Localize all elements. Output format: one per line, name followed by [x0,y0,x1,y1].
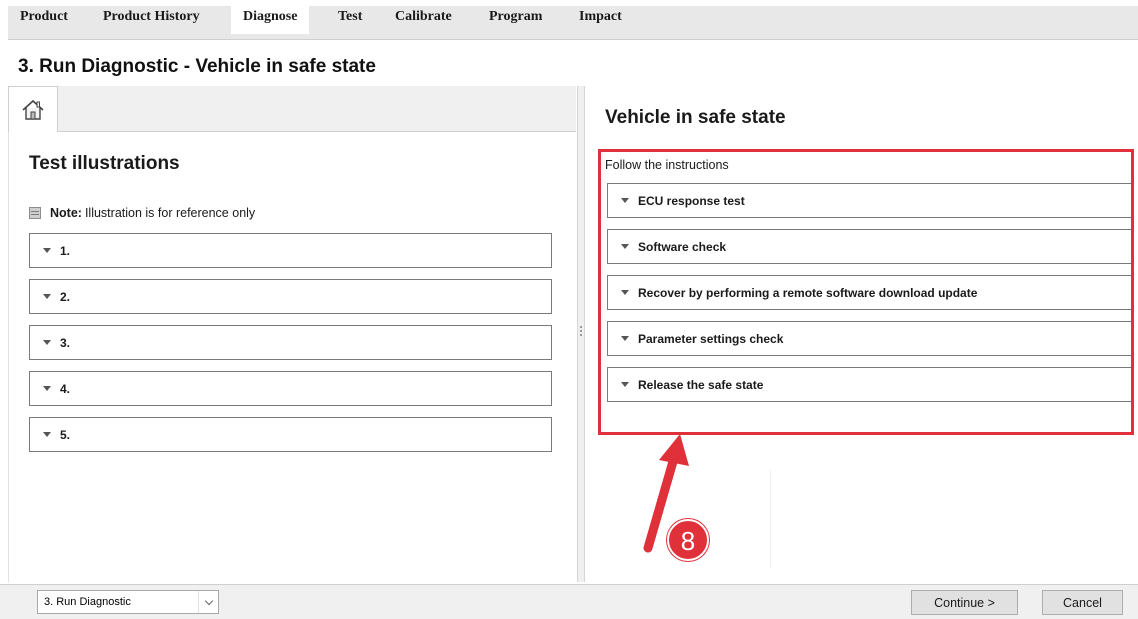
chevron-down-icon [621,336,629,341]
annotation-step-badge: 8 [667,519,709,561]
section-label: Parameter settings check [638,331,784,346]
splitter-grip-icon [580,326,582,338]
chevron-down-icon [204,596,213,605]
chevron-down-icon [43,340,51,345]
menu-item-impact[interactable]: Impact [579,0,622,34]
chevron-down-icon [621,290,629,295]
home-icon [22,99,44,120]
chevron-down-icon [43,294,51,299]
illustration-item-4[interactable]: 4. [29,371,552,406]
illustration-item-label: 3. [60,335,71,350]
step-select[interactable]: 3. Run Diagnostic [37,590,219,614]
note-icon [29,207,41,219]
continue-button[interactable]: Continue > [911,590,1018,615]
illustration-item-label: 5. [60,427,71,442]
vehicle-safe-state-heading: Vehicle in safe state [605,107,786,128]
illustration-item-label: 4. [60,381,71,396]
chevron-down-icon [621,244,629,249]
instructions-text: Follow the instructions [605,158,729,172]
step-select-value: 3. Run Diagnostic [44,596,131,608]
illustration-item-3[interactable]: 3. [29,325,552,360]
menu-item-product[interactable]: Product [20,0,68,34]
test-illustrations-heading: Test illustrations [29,153,180,174]
divider [770,470,771,568]
note-label: Note: [50,206,82,220]
chevron-down-icon [621,198,629,203]
illustration-item-label: 1. [60,243,71,258]
pane-splitter[interactable] [577,86,585,582]
illustration-note: Note: Illustration is for reference only [29,206,255,220]
section-parameter-settings-check[interactable]: Parameter settings check [607,321,1132,356]
page-title: 3. Run Diagnostic - Vehicle in safe stat… [18,56,376,77]
menu-item-test[interactable]: Test [338,0,362,34]
chevron-down-icon [621,382,629,387]
chevron-down-icon [43,386,51,391]
chevron-down-icon [43,432,51,437]
menu-item-program[interactable]: Program [489,0,542,34]
section-ecu-response-test[interactable]: ECU response test [607,183,1132,218]
section-remote-software-update[interactable]: Recover by performing a remote software … [607,275,1132,310]
menu-item-product-history[interactable]: Product History [103,0,200,34]
left-tab-strip [8,86,576,132]
illustration-item-2[interactable]: 2. [29,279,552,314]
cancel-button[interactable]: Cancel [1042,590,1123,615]
illustration-item-1[interactable]: 1. [29,233,552,268]
illustration-item-5[interactable]: 5. [29,417,552,452]
section-label: Recover by performing a remote software … [638,285,978,300]
menu-item-calibrate[interactable]: Calibrate [395,0,452,34]
section-release-safe-state[interactable]: Release the safe state [607,367,1132,402]
section-label: Software check [638,239,727,254]
dropdown-button[interactable] [198,591,218,613]
chevron-down-icon [43,248,51,253]
illustration-item-label: 2. [60,289,71,304]
section-label: Release the safe state [638,377,764,392]
note-text: Illustration is for reference only [84,206,256,220]
menu-item-diagnose[interactable]: Diagnose [231,0,310,34]
home-tab[interactable] [8,86,58,133]
section-software-check[interactable]: Software check [607,229,1132,264]
section-label: ECU response test [638,193,745,208]
